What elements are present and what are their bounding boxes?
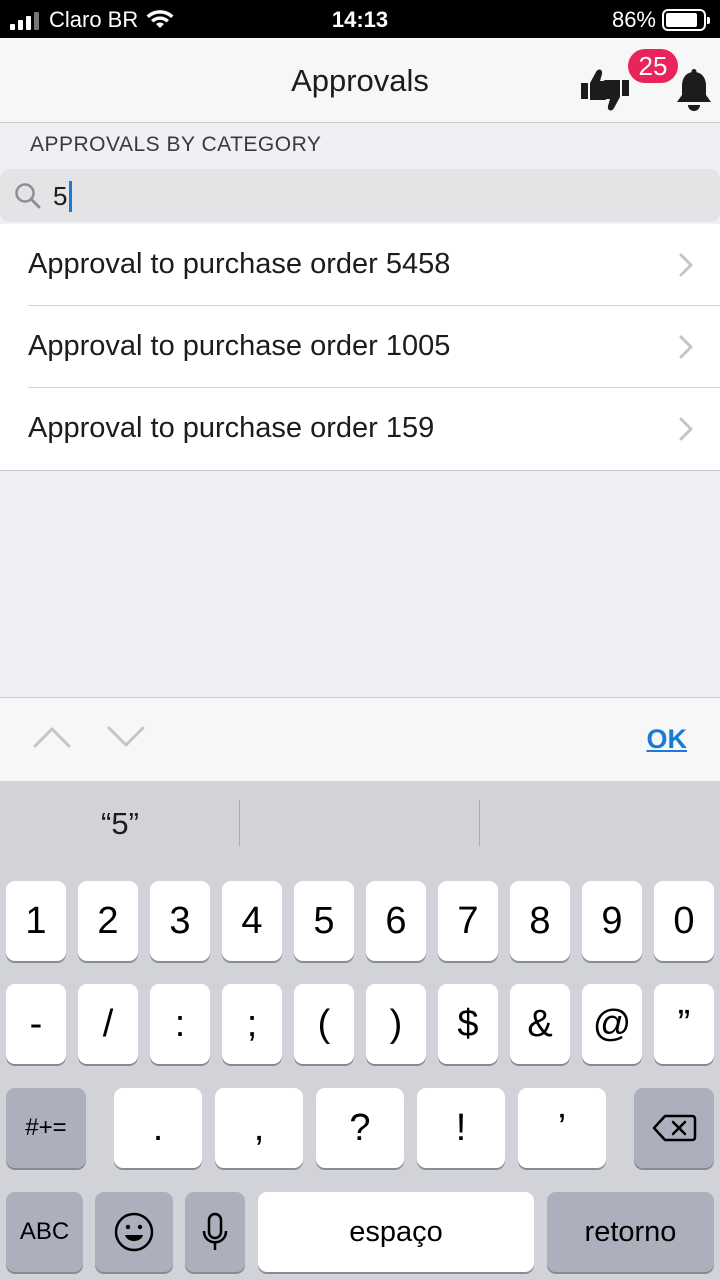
key[interactable]: $ — [438, 984, 498, 1064]
suggestion-item[interactable] — [480, 801, 720, 847]
notification-badge: 25 — [628, 49, 678, 83]
key[interactable]: ) — [366, 984, 426, 1064]
key[interactable]: ( — [294, 984, 354, 1064]
key[interactable]: ’ — [518, 1088, 606, 1168]
chevron-right-icon — [679, 253, 693, 277]
key[interactable]: 2 — [78, 881, 138, 961]
key[interactable]: . — [114, 1088, 202, 1168]
navigation-bar: Approvals 25 — [0, 38, 720, 123]
list-item[interactable]: Approval to purchase order 5458 — [0, 224, 720, 306]
key[interactable]: 7 — [438, 881, 498, 961]
list-item-label: Approval to purchase order 5458 — [28, 248, 451, 280]
battery-fill — [666, 13, 697, 27]
key[interactable]: 5 — [294, 881, 354, 961]
status-right: 86% — [611, 7, 710, 33]
list-item-label: Approval to purchase order 159 — [28, 412, 435, 444]
next-field-chevron-down-icon[interactable] — [106, 724, 146, 750]
approvals-list: Approval to purchase order 5458 Approval… — [0, 224, 720, 471]
list-item[interactable]: Approval to purchase order 1005 — [0, 306, 720, 388]
section-header: APPROVALS BY CATEGORY — [30, 133, 322, 156]
abc-mode-key[interactable]: ABC — [6, 1192, 83, 1272]
key[interactable]: : — [150, 984, 210, 1064]
key[interactable]: 1 — [6, 881, 66, 961]
battery-icon — [662, 9, 710, 31]
keyboard-accessory-bar: OK — [0, 697, 720, 781]
return-key[interactable]: retorno — [547, 1192, 714, 1272]
dictation-key[interactable] — [185, 1192, 245, 1272]
key[interactable]: @ — [582, 984, 642, 1064]
search-icon — [15, 183, 41, 209]
key[interactable]: - — [6, 984, 66, 1064]
key[interactable]: 0 — [654, 881, 714, 961]
key[interactable]: 8 — [510, 881, 570, 961]
chevron-right-icon — [679, 417, 693, 441]
search-bar[interactable] — [0, 169, 720, 222]
key[interactable]: ; — [222, 984, 282, 1064]
ok-button[interactable]: OK — [647, 724, 688, 755]
microphone-icon — [202, 1212, 228, 1250]
backspace-icon — [652, 1114, 697, 1142]
key[interactable]: 9 — [582, 881, 642, 961]
key[interactable]: / — [78, 984, 138, 1064]
bell-icon[interactable] — [674, 68, 714, 112]
keyboard: “5” 1 2 3 4 5 6 7 8 9 0 - / : ; ( ) $ & … — [0, 781, 720, 1280]
suggestion-item[interactable]: “5” — [0, 801, 240, 847]
emoji-icon — [114, 1212, 154, 1252]
search-input[interactable] — [53, 178, 653, 214]
key[interactable]: , — [215, 1088, 303, 1168]
key[interactable]: & — [510, 984, 570, 1064]
battery-percentage: 86% — [611, 7, 656, 32]
list-item[interactable]: Approval to purchase order 159 — [0, 388, 720, 470]
key[interactable]: ” — [654, 984, 714, 1064]
key[interactable]: ? — [316, 1088, 404, 1168]
key[interactable]: ! — [417, 1088, 505, 1168]
emoji-key[interactable] — [95, 1192, 173, 1272]
approve-reject-thumbs-icon[interactable] — [578, 64, 632, 116]
key[interactable]: 4 — [222, 881, 282, 961]
symbols-mode-key[interactable]: #+= — [6, 1088, 86, 1168]
key[interactable]: 6 — [366, 881, 426, 961]
list-item-label: Approval to purchase order 1005 — [28, 330, 451, 362]
suggestion-item[interactable] — [240, 801, 480, 847]
suggestion-bar: “5” — [0, 781, 720, 871]
delete-key[interactable] — [634, 1088, 714, 1168]
previous-field-chevron-up-icon[interactable] — [32, 724, 72, 750]
text-cursor — [69, 181, 72, 212]
status-bar: Claro BR 14:13 86% — [0, 0, 720, 38]
space-key[interactable]: espaço — [258, 1192, 534, 1272]
chevron-right-icon — [679, 335, 693, 359]
key[interactable]: 3 — [150, 881, 210, 961]
